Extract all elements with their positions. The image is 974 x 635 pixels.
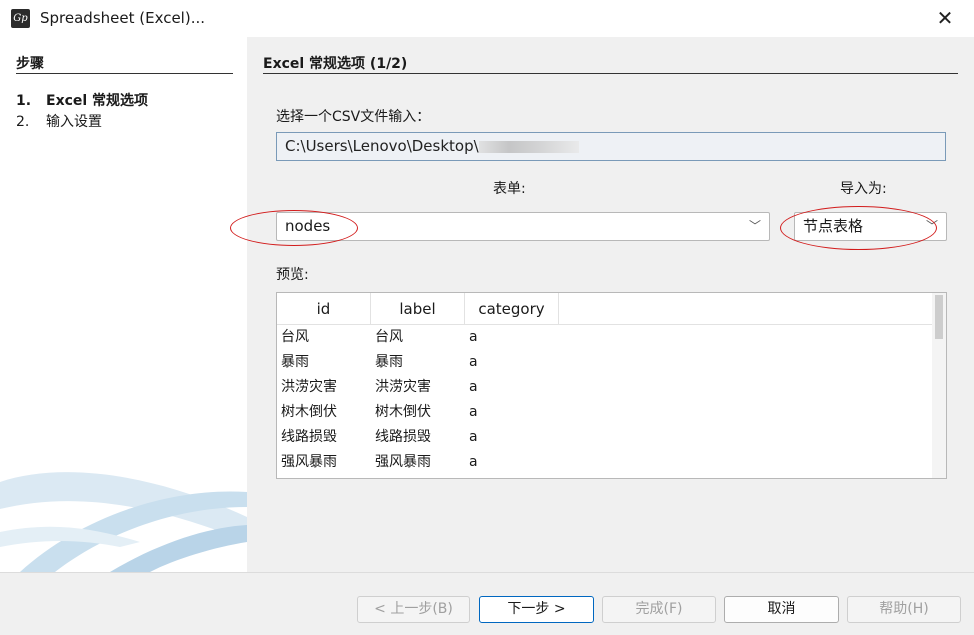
column-header[interactable]: label bbox=[371, 293, 465, 325]
step-item-input-settings: 2. 输入设置 bbox=[16, 111, 102, 131]
table-row: 洪涝灾害 洪涝灾害 a bbox=[277, 375, 933, 400]
sheet-label: 表单: bbox=[493, 181, 526, 197]
table-cell: 洪涝灾害 bbox=[375, 379, 431, 395]
file-path-text: C:\Users\Lenovo\Desktop\ bbox=[285, 137, 479, 155]
import-as-label: 导入为: bbox=[840, 181, 887, 197]
table-cell: 台风 bbox=[281, 329, 309, 345]
chevron-down-icon: ﹀ bbox=[925, 219, 938, 233]
close-icon: ✕ bbox=[936, 6, 954, 30]
back-button[interactable]: < 上一步(B) bbox=[357, 596, 470, 623]
step-label: Excel 常规选项 bbox=[46, 93, 149, 109]
table-row: 暴雨 暴雨 a bbox=[277, 350, 933, 375]
decorative-swoosh-graphic bbox=[0, 472, 247, 572]
main-panel: Excel 常规选项 (1/2) 选择一个CSV文件输入： C:\Users\L… bbox=[230, 37, 974, 572]
redacted-filename bbox=[478, 140, 579, 153]
step-number: 2. bbox=[16, 114, 30, 130]
vertical-scrollbar[interactable] bbox=[932, 293, 946, 478]
chevron-down-icon: ﹀ bbox=[748, 219, 761, 233]
divider bbox=[263, 73, 958, 74]
step-item-excel-options: 1. Excel 常规选项 bbox=[16, 90, 148, 110]
section-title: Excel 常规选项 (1/2) bbox=[263, 56, 408, 72]
step-number: 1. bbox=[16, 93, 32, 109]
import-as-select-value: 节点表格 bbox=[803, 217, 864, 235]
table-cell: 暴雨 bbox=[375, 354, 403, 370]
table-cell: 洪涝灾害 bbox=[281, 379, 337, 395]
table-cell: a bbox=[469, 429, 478, 445]
title-bar: Gp Spreadsheet (Excel)... ✕ bbox=[0, 0, 974, 37]
table-cell: a bbox=[469, 329, 478, 345]
column-header[interactable]: id bbox=[277, 293, 371, 325]
table-cell: a bbox=[469, 354, 478, 370]
table-cell: 强风暴雨 bbox=[375, 454, 431, 470]
app-logo-icon: Gp bbox=[11, 9, 30, 28]
cancel-button[interactable]: 取消 bbox=[724, 596, 839, 623]
divider bbox=[16, 73, 233, 74]
scrollbar-thumb[interactable] bbox=[935, 295, 943, 339]
sheet-select[interactable]: nodes ﹀ bbox=[276, 212, 770, 241]
file-path-field[interactable]: C:\Users\Lenovo\Desktop\ bbox=[276, 132, 946, 161]
step-label: 输入设置 bbox=[46, 114, 102, 130]
next-button[interactable]: 下一步 > bbox=[479, 596, 594, 623]
help-button[interactable]: 帮助(H) bbox=[847, 596, 961, 623]
close-button[interactable]: ✕ bbox=[930, 4, 960, 32]
steps-sidebar: 步骤 1. Excel 常规选项 2. 输入设置 bbox=[0, 37, 247, 572]
table-header: id label category bbox=[277, 293, 933, 325]
preview-label: 预览: bbox=[276, 267, 309, 283]
table-cell: 线路损毁 bbox=[375, 429, 431, 445]
table-row: 台风 台风 a bbox=[277, 325, 933, 350]
finish-button[interactable]: 完成(F) bbox=[602, 596, 716, 623]
table-row: 线路损毁 线路损毁 a bbox=[277, 425, 933, 450]
table-cell: 暴雨 bbox=[281, 354, 309, 370]
steps-title: 步骤 bbox=[16, 56, 44, 72]
window-title: Spreadsheet (Excel)... bbox=[40, 9, 205, 27]
footer-button-bar: < 上一步(B) 下一步 > 完成(F) 取消 帮助(H) bbox=[0, 572, 974, 635]
table-cell: 强风暴雨 bbox=[281, 454, 337, 470]
import-as-select[interactable]: 节点表格 ﹀ bbox=[794, 212, 947, 241]
csv-file-label: 选择一个CSV文件输入： bbox=[276, 109, 431, 125]
table-cell: 树木倒伏 bbox=[375, 404, 431, 420]
table-cell: 线路损毁 bbox=[281, 429, 337, 445]
table-cell: a bbox=[469, 454, 478, 470]
table-cell: 树木倒伏 bbox=[281, 404, 337, 420]
table-row: 强风暴雨 强风暴雨 a bbox=[277, 450, 933, 475]
sheet-select-value: nodes bbox=[285, 217, 331, 235]
column-header[interactable]: category bbox=[465, 293, 559, 325]
table-cell: 台风 bbox=[375, 329, 403, 345]
table-cell: a bbox=[469, 404, 478, 420]
table-cell: a bbox=[469, 379, 478, 395]
preview-table: id label category 台风 台风 a 暴雨 暴雨 a 洪涝灾害 洪… bbox=[276, 292, 947, 479]
table-row: 树木倒伏 树木倒伏 a bbox=[277, 400, 933, 425]
